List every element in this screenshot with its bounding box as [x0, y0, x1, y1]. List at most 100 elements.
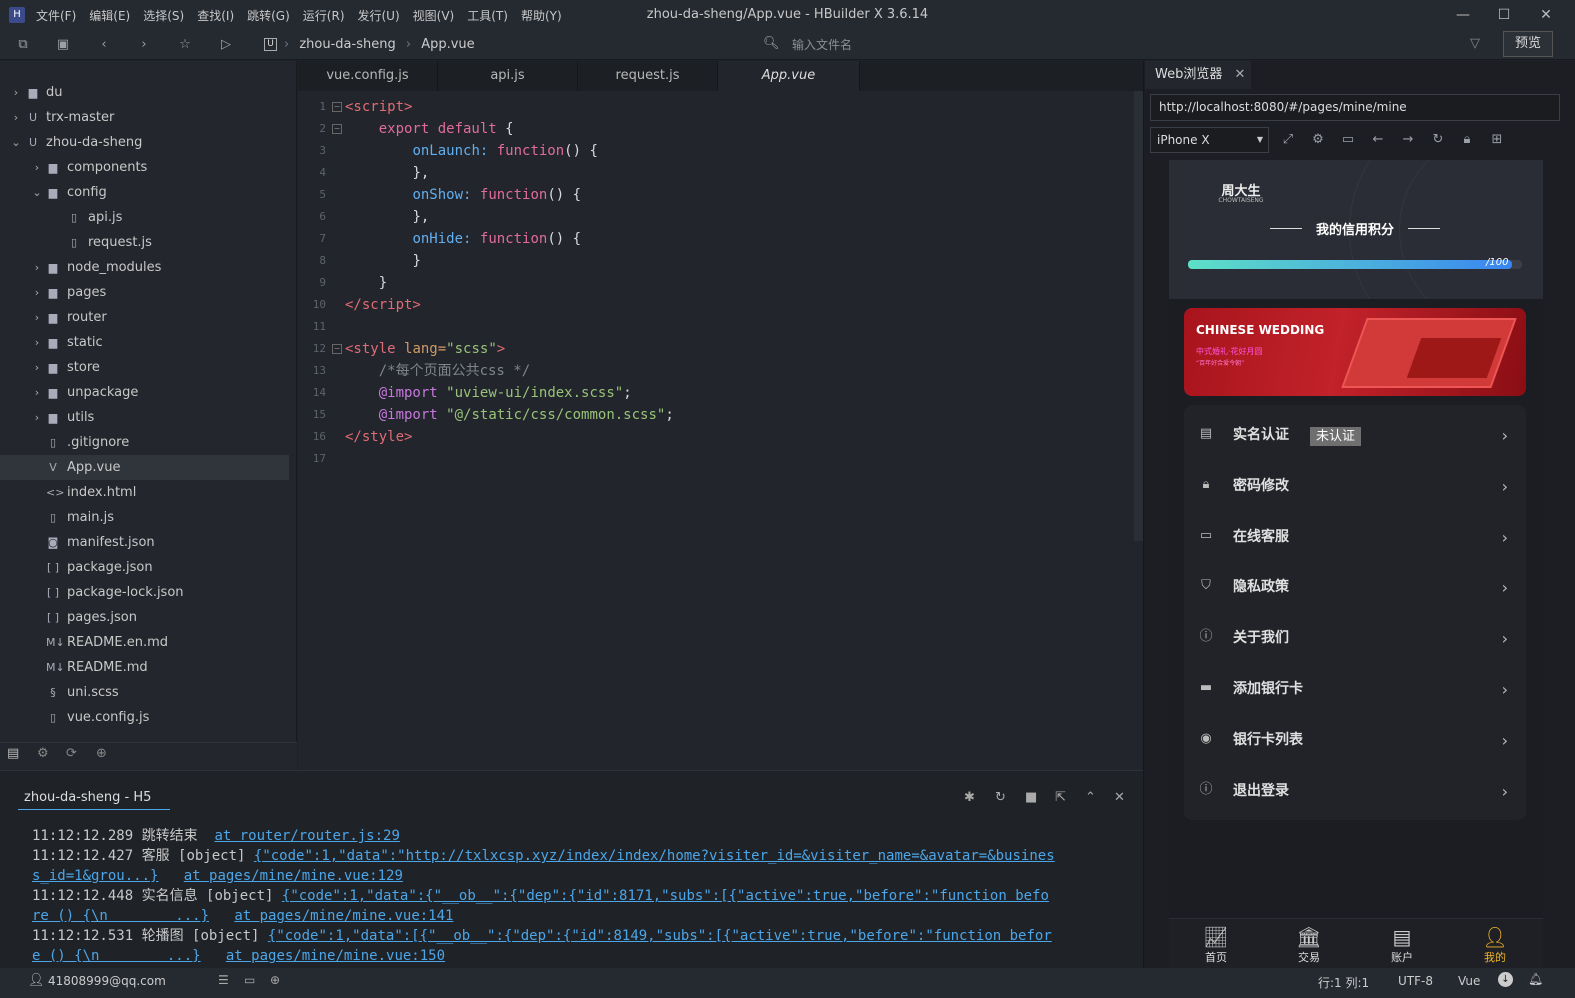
log-object-link[interactable]: re () {\n ...} [32, 908, 209, 924]
settings-icon[interactable]: ⚙ [1308, 130, 1328, 150]
tree-item[interactable]: › Utrx-master [0, 105, 289, 130]
refresh-icon[interactable]: ↻ [1428, 130, 1448, 150]
tree-item[interactable]: › ▆ router [0, 305, 289, 330]
user-account[interactable]: 41808999@qq.com [48, 974, 166, 988]
forward-icon[interactable]: › [134, 35, 154, 55]
open-external-icon[interactable]: ⇱ [1055, 790, 1066, 805]
explorer-icon[interactable]: ▤ [7, 746, 19, 761]
minimize-button[interactable]: — [1443, 0, 1483, 30]
url-input[interactable]: http://localhost:8080/#/pages/mine/mine [1150, 94, 1560, 121]
chevron-right-icon[interactable]: › [10, 80, 22, 105]
chevron-right-icon[interactable]: › [31, 355, 43, 380]
nav-home[interactable]: 📈︎ 首页 [1186, 925, 1246, 965]
chevron-right-icon[interactable]: › [31, 380, 43, 405]
save-icon[interactable]: ▣ [53, 35, 73, 55]
download-icon[interactable]: ↓ [1498, 972, 1513, 987]
log-object-link[interactable]: {"code":1,"data":{"__ob__":{"dep":{"id":… [282, 888, 1049, 904]
tree-item[interactable]: › ▆ node_modules [0, 255, 289, 280]
encoding[interactable]: UTF-8 [1398, 974, 1433, 988]
menu-item[interactable]: 发行(U) [358, 7, 400, 24]
debug-console-icon[interactable]: ✱ [964, 790, 975, 805]
menu-item[interactable]: 帮助(Y) [521, 7, 562, 24]
settings-menu-item[interactable]: ◉ 银行卡列表 › [1184, 715, 1526, 766]
log-object-link[interactable]: {"code":1,"data":"http://txlxcsp.xyz/ind… [254, 848, 1055, 864]
chevron-right-icon[interactable]: › [31, 405, 43, 430]
rotate-icon[interactable]: ⤢ [1278, 130, 1298, 150]
tree-item[interactable]: › ▆ components [0, 155, 289, 180]
tree-item[interactable]: ▯ vue.config.js [0, 705, 289, 730]
chevron-right-icon[interactable]: › [31, 305, 43, 330]
nav-account[interactable]: ▤ 账户 [1372, 925, 1432, 965]
log-source-link[interactable]: at pages/mine/mine.vue:150 [226, 948, 445, 964]
globe-icon[interactable]: ⊕ [270, 973, 280, 987]
settings-menu-item[interactable]: ⓘ 退出登录 › [1184, 766, 1526, 817]
nav-trade[interactable]: 🏛︎ 交易 [1279, 925, 1339, 965]
language-mode[interactable]: Vue [1458, 974, 1480, 988]
menu-item[interactable]: 视图(V) [413, 7, 455, 24]
tree-item[interactable]: › ▆ static [0, 330, 289, 355]
lock-icon[interactable]: 🔒︎ [1457, 130, 1477, 150]
plugins-icon[interactable]: ⊕ [96, 746, 107, 761]
clear-console-icon[interactable]: ✕ [1114, 790, 1125, 805]
tree-item[interactable]: <> index.html [0, 480, 289, 505]
breadcrumb-project[interactable]: zhou-da-sheng [299, 37, 395, 52]
breadcrumb-file[interactable]: App.vue [421, 37, 474, 52]
tree-item[interactable]: ▯ .gitignore [0, 430, 289, 455]
browser-back-icon[interactable]: ← [1368, 130, 1388, 150]
tree-item[interactable]: ◙ manifest.json [0, 530, 289, 555]
log-object-link[interactable]: {"code":1,"data":[{"__ob__":{"dep":{"id"… [268, 928, 1052, 944]
source-control-icon[interactable]: ⟳ [66, 746, 77, 761]
menu-item[interactable]: 文件(F) [36, 7, 76, 24]
editor-scrollbar[interactable] [1134, 91, 1143, 541]
tree-item[interactable]: M↓ README.en.md [0, 630, 289, 655]
log-source-link[interactable]: at router/router.js:29 [214, 828, 399, 844]
log-object-link[interactable]: s_id=1&grou...} [32, 868, 158, 884]
chevron-right-icon[interactable]: › [10, 105, 22, 130]
tree-item[interactable]: [ ] package.json [0, 555, 289, 580]
log-source-link[interactable]: at pages/mine/mine.vue:129 [184, 868, 403, 884]
run-icon[interactable]: ▷ [216, 35, 236, 55]
device-select[interactable]: iPhone X ▼ [1150, 127, 1269, 153]
tree-item[interactable]: › ▆ unpackage [0, 380, 289, 405]
qrcode-icon[interactable]: ⊞ [1487, 130, 1507, 150]
menu-item[interactable]: 跳转(G) [247, 7, 290, 24]
menu-item[interactable]: 编辑(E) [89, 7, 130, 24]
tree-item[interactable]: ⌄ Uzhou-da-sheng [0, 130, 289, 155]
tree-item[interactable]: ▯ api.js [0, 205, 289, 230]
chevron-right-icon[interactable]: › [31, 255, 43, 280]
maximize-button[interactable]: ☐ [1484, 0, 1524, 30]
terminal-icon[interactable]: ▭ [244, 973, 255, 987]
restart-icon[interactable]: ↻ [995, 790, 1006, 805]
filter-icon[interactable]: ▽ [1470, 36, 1480, 51]
debug-icon[interactable]: ⚙ [37, 746, 49, 761]
tree-item[interactable]: › ▆ store [0, 355, 289, 380]
preview-button[interactable]: 预览 [1503, 31, 1553, 57]
file-search-input[interactable]: 输入文件名 [792, 30, 852, 60]
close-window-button[interactable]: ✕ [1526, 0, 1566, 30]
settings-menu-item[interactable]: ▤ 实名认证 未认证 › [1184, 410, 1526, 461]
chevron-right-icon[interactable]: › [31, 330, 43, 355]
settings-menu-item[interactable]: ▬ 添加银行卡 › [1184, 664, 1526, 715]
new-file-icon[interactable]: ⧉ [13, 35, 33, 55]
tree-item[interactable]: › ▆ du [0, 80, 289, 105]
settings-menu-item[interactable]: ▭ 在线客服 › [1184, 512, 1526, 563]
tree-item[interactable]: ⌄ ▆ config [0, 180, 289, 205]
log-source-link[interactable]: at pages/mine/mine.vue:141 [234, 908, 453, 924]
tree-item[interactable]: V App.vue [0, 455, 289, 480]
chevron-down-icon[interactable]: ⌄ [10, 130, 22, 155]
tab-api[interactable]: api.js [438, 61, 578, 91]
tab-app-vue[interactable]: App.vue [718, 61, 860, 91]
log-object-link[interactable]: e () {\n ...} [32, 948, 201, 964]
tab-vue-config[interactable]: vue.config.js [298, 61, 438, 91]
chevron-right-icon[interactable]: › [31, 280, 43, 305]
wedding-banner[interactable]: CHINESE WEDDING 中式婚礼·花好月圆 “百年好合爱今朝” [1184, 308, 1526, 396]
bell-icon[interactable]: 🔔︎ [1528, 972, 1543, 986]
settings-menu-item[interactable]: ⛉ 隐私政策 › [1184, 562, 1526, 613]
tree-item[interactable]: [ ] package-lock.json [0, 580, 289, 605]
back-icon[interactable]: ‹ [94, 35, 114, 55]
console-tab[interactable]: zhou-da-sheng - H5 [18, 786, 170, 810]
collapse-panel-icon[interactable]: ⌃ [1085, 790, 1096, 805]
menu-item[interactable]: 工具(T) [467, 7, 508, 24]
cursor-position[interactable]: 行:1 列:1 [1318, 974, 1369, 991]
close-tab-icon[interactable]: ✕ [1234, 67, 1245, 82]
